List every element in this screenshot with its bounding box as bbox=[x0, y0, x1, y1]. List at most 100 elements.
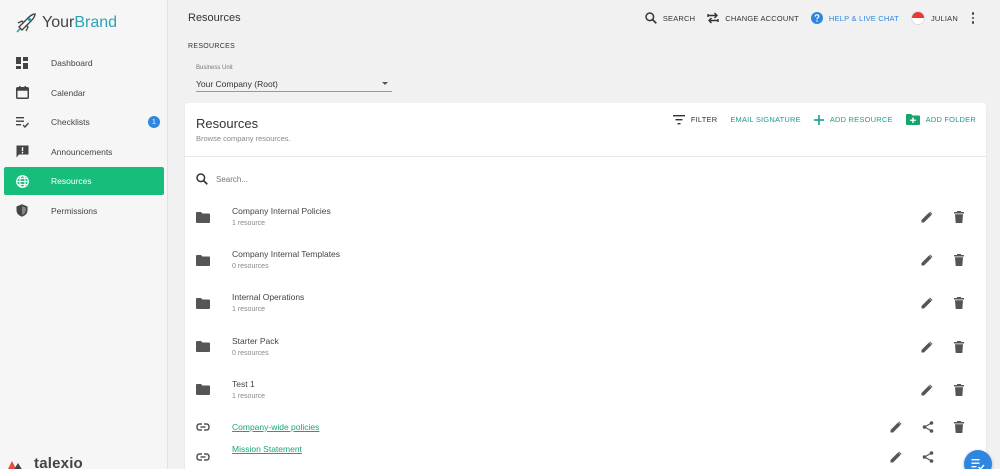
business-unit-value: Your Company (Root) bbox=[196, 79, 278, 89]
sidebar-nav: Dashboard Calendar Checklists 1 Announce… bbox=[4, 49, 164, 227]
edit-icon[interactable] bbox=[920, 296, 934, 310]
edit-icon[interactable] bbox=[889, 450, 903, 464]
email-signature-button[interactable]: EMAIL SIGNATURE bbox=[730, 115, 801, 124]
card-header: Resources Browse company resources. FILT… bbox=[185, 103, 986, 157]
edit-icon[interactable] bbox=[920, 253, 934, 267]
help-icon bbox=[810, 12, 823, 24]
sidebar-item-announcements[interactable]: Announcements bbox=[4, 138, 164, 166]
search-input[interactable] bbox=[216, 174, 516, 184]
add-resource-button[interactable]: ADD RESOURCE bbox=[813, 114, 893, 125]
delete-icon[interactable] bbox=[952, 210, 966, 224]
shield-icon bbox=[15, 204, 29, 218]
resource-list: Company Internal Policies 1 resource Com… bbox=[185, 196, 986, 469]
section-label: RESOURCES bbox=[188, 43, 236, 50]
share-icon[interactable] bbox=[921, 450, 935, 464]
add-folder-button[interactable]: ADD FOLDER bbox=[905, 114, 976, 125]
list-item[interactable]: Internal Operations 1 resource bbox=[185, 282, 986, 325]
resource-search bbox=[196, 171, 596, 187]
resource-link[interactable]: Mission Statement bbox=[232, 444, 302, 454]
sidebar-item-calendar[interactable]: Calendar bbox=[4, 79, 164, 107]
globe-icon bbox=[15, 174, 29, 188]
delete-icon[interactable] bbox=[952, 253, 966, 267]
delete-icon[interactable] bbox=[952, 420, 966, 434]
sidebar-item-label: Permissions bbox=[51, 205, 98, 216]
talexio-logo-icon bbox=[7, 460, 23, 469]
business-unit-select[interactable]: Business Unit Your Company (Root) bbox=[196, 62, 392, 92]
list-item-count: 1 resource bbox=[232, 306, 266, 314]
add-resource-label: ADD RESOURCE bbox=[829, 115, 893, 124]
search-button-label: SEARCH bbox=[662, 13, 696, 23]
sidebar-item-permissions[interactable]: Permissions bbox=[4, 197, 164, 225]
dropdown-arrow-icon bbox=[382, 82, 388, 85]
list-item[interactable]: Test 1 1 resource bbox=[185, 369, 986, 412]
filter-button[interactable]: FILTER bbox=[672, 114, 717, 125]
list-item[interactable]: Company-wide policies bbox=[185, 412, 986, 442]
delete-icon[interactable] bbox=[952, 340, 966, 354]
brand-logo[interactable]: YourBrand bbox=[14, 11, 117, 35]
share-icon[interactable] bbox=[921, 420, 935, 434]
swap-icon bbox=[707, 12, 719, 24]
folder-icon bbox=[196, 253, 210, 267]
list-item-count: 0 resources bbox=[232, 349, 269, 357]
checklist-icon bbox=[15, 115, 29, 129]
more-vert-icon[interactable] bbox=[970, 12, 976, 24]
sidebar-item-dashboard[interactable]: Dashboard bbox=[4, 49, 164, 77]
edit-icon[interactable] bbox=[889, 420, 903, 434]
help-live-chat-button[interactable]: HELP & LIVE CHAT bbox=[810, 12, 899, 24]
announcement-icon bbox=[15, 145, 29, 159]
list-item-count: 1 resource bbox=[232, 392, 266, 400]
sidebar-item-label: Dashboard bbox=[51, 58, 93, 68]
top-bar: Resources SEARCH CHANGE ACCOUNT HELP & L… bbox=[168, 0, 1000, 36]
sidebar-item-label: Announcements bbox=[51, 146, 113, 157]
link-icon bbox=[196, 450, 210, 464]
dashboard-icon bbox=[15, 56, 29, 70]
brand-name-part2: Brand bbox=[74, 14, 118, 31]
folder-icon bbox=[196, 296, 210, 310]
list-item-title: Starter Pack bbox=[232, 335, 279, 346]
resource-link[interactable]: Company-wide policies bbox=[232, 422, 319, 432]
link-icon bbox=[196, 420, 210, 434]
delete-icon[interactable] bbox=[952, 296, 966, 310]
checklist-fab-button[interactable] bbox=[964, 450, 992, 469]
delete-icon[interactable] bbox=[952, 383, 966, 397]
search-icon bbox=[645, 12, 657, 24]
email-signature-label: EMAIL SIGNATURE bbox=[730, 115, 801, 124]
edit-icon[interactable] bbox=[920, 340, 934, 354]
folder-icon bbox=[196, 383, 210, 397]
list-item-count: 0 resources bbox=[232, 263, 269, 271]
list-item[interactable]: Company Internal Templates 0 resources bbox=[185, 239, 986, 282]
list-item[interactable]: Starter Pack 0 resources bbox=[185, 326, 986, 369]
list-item-count: 1 resource bbox=[232, 220, 266, 227]
search-button[interactable]: SEARCH bbox=[645, 12, 695, 24]
user-name: JULIAN bbox=[930, 13, 958, 23]
resources-card: Resources Browse company resources. FILT… bbox=[185, 103, 986, 469]
add-folder-icon bbox=[905, 114, 920, 125]
sidebar-item-checklists[interactable]: Checklists 1 bbox=[4, 108, 164, 136]
list-item-title: Internal Operations bbox=[232, 292, 305, 303]
sidebar-item-label: Resources bbox=[51, 176, 92, 187]
checklists-count-badge: 1 bbox=[148, 116, 160, 129]
business-unit-label: Business Unit bbox=[196, 65, 233, 71]
sidebar-item-label: Checklists bbox=[51, 117, 90, 128]
list-item-title: Company Internal Templates bbox=[232, 249, 341, 260]
avatar bbox=[910, 11, 925, 25]
plus-icon bbox=[813, 114, 824, 125]
card-subtitle: Browse company resources. bbox=[196, 134, 291, 143]
list-item-title: Test 1 bbox=[232, 378, 255, 389]
checklist-icon bbox=[971, 459, 985, 469]
page-title: Resources bbox=[188, 12, 241, 24]
sidebar-item-resources[interactable]: Resources bbox=[4, 167, 164, 196]
list-item[interactable]: Mission Statement bbox=[185, 442, 986, 469]
brand-name: YourBrand bbox=[42, 14, 117, 32]
user-menu[interactable]: JULIAN bbox=[910, 11, 958, 25]
folder-icon bbox=[196, 340, 210, 354]
edit-icon[interactable] bbox=[920, 210, 934, 224]
change-account-button[interactable]: CHANGE ACCOUNT bbox=[707, 12, 799, 24]
rocket-icon bbox=[16, 13, 36, 33]
top-actions: SEARCH CHANGE ACCOUNT HELP & LIVE CHAT J… bbox=[645, 10, 976, 26]
card-title: Resources bbox=[196, 116, 259, 131]
card-actions: FILTER EMAIL SIGNATURE ADD RESOURCE ADD … bbox=[672, 114, 976, 125]
calendar-icon bbox=[15, 86, 29, 100]
edit-icon[interactable] bbox=[920, 383, 934, 397]
list-item[interactable]: Company Internal Policies 1 resource bbox=[185, 196, 986, 239]
